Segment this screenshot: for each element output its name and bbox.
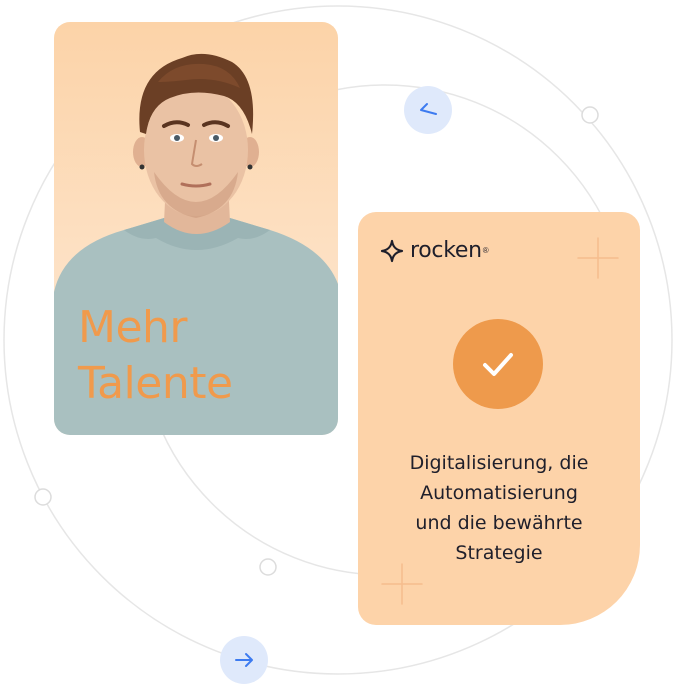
brand-logo: rocken ® — [380, 238, 489, 263]
headline-line-2: Talente — [78, 358, 233, 409]
check-icon — [483, 353, 513, 376]
info-line-1: Digitalisierung, die — [409, 452, 589, 474]
headline-line-1: Mehr — [78, 302, 188, 353]
rocken-info-card: rocken ® Digitalisierung, die Automatisi… — [358, 212, 640, 625]
sparkle-logo-icon — [380, 239, 404, 262]
info-description: Digitalisierung, die Automatisierung und… — [378, 448, 620, 568]
arrow-right-icon — [235, 653, 253, 667]
plus-decoration-icon — [577, 237, 619, 279]
next-button[interactable] — [220, 636, 268, 684]
talent-photo-card: Mehr Talente — [54, 22, 338, 435]
headline: Mehr Talente — [78, 300, 233, 412]
check-badge — [453, 319, 543, 409]
orbit-dot — [259, 558, 277, 576]
arrow-left-icon — [420, 103, 437, 115]
brand-registered-mark: ® — [482, 246, 489, 255]
orbit-dot — [581, 106, 599, 124]
prev-button[interactable] — [404, 86, 452, 134]
info-line-3: und die bewährte — [415, 512, 583, 534]
plus-decoration-icon — [381, 563, 423, 605]
info-line-2: Automatisierung — [420, 482, 578, 504]
orbit-dot — [34, 488, 52, 506]
brand-name: rocken — [410, 238, 482, 263]
